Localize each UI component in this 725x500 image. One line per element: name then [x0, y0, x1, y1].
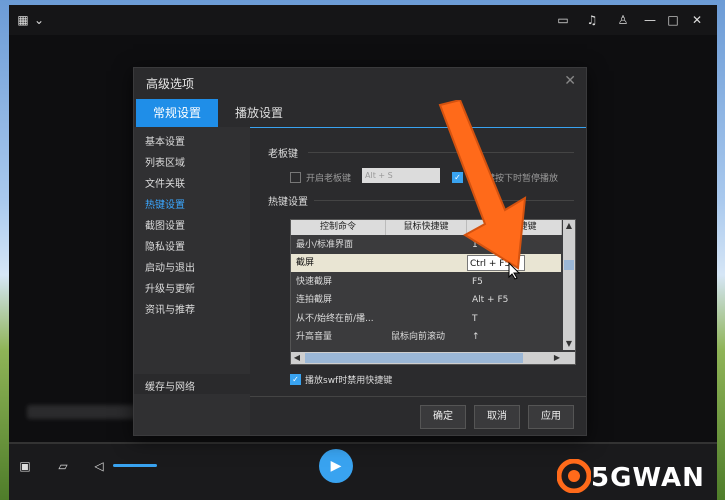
cell-command: 最小/标准界面	[296, 240, 354, 250]
sidebar-item-file-assoc[interactable]: 文件关联	[145, 175, 185, 190]
player-titlebar: ▦ ⌄ ▭ ♫ ♙ — □ ✕	[9, 5, 717, 35]
boss-key-label: 开启老板键	[306, 174, 352, 184]
tab-general[interactable]: 常规设置	[136, 99, 218, 127]
cell-mouse: 鼠标向前滚动	[391, 332, 446, 342]
cell-key: ↑	[472, 332, 480, 342]
vertical-scrollbar[interactable]: ▲ ▼	[563, 220, 575, 350]
minimize-icon[interactable]: —	[642, 12, 658, 28]
open-folder-icon[interactable]: ▱	[55, 458, 71, 474]
sidebar-item-privacy[interactable]: 隐私设置	[145, 238, 185, 253]
horizontal-scrollbar[interactable]: ◀ ▶	[291, 352, 575, 364]
bell-icon[interactable]: ♫	[584, 12, 600, 28]
close-icon[interactable]: ✕	[689, 12, 705, 28]
cancel-button[interactable]: 取消	[474, 405, 520, 429]
watermark-text: 5GWAN	[591, 463, 705, 493]
sidebar-item-cache-row[interactable]: 缓存与网络	[134, 374, 250, 394]
blurred-caption	[27, 405, 147, 419]
watermark-logo-icon	[557, 459, 591, 493]
apply-button[interactable]: 应用	[528, 405, 574, 429]
sidebar-item-hotkeys[interactable]: 热键设置	[145, 196, 185, 211]
table-row[interactable]: 从不/始终在前/播... T	[291, 310, 561, 328]
volume-slider[interactable]	[113, 464, 157, 467]
scroll-left-icon[interactable]: ◀	[291, 352, 303, 364]
cell-command: 快速截屏	[296, 277, 333, 287]
column-header-command[interactable]: 控制命令	[291, 220, 386, 235]
sidebar-item-list[interactable]: 列表区域	[145, 154, 185, 169]
table-row[interactable]: 连拍截屏 Alt + F5	[291, 291, 561, 309]
scroll-down-icon[interactable]: ▼	[563, 338, 575, 350]
cell-key: T	[472, 314, 478, 324]
sidebar-item-cache[interactable]: 缓存与网络	[145, 378, 195, 393]
skin-icon[interactable]: ♙	[615, 12, 631, 28]
maximize-icon[interactable]: □	[665, 12, 681, 28]
dialog-title: 高级选项	[146, 77, 195, 91]
footer-divider	[250, 396, 586, 397]
dialog-close-icon[interactable]: ✕	[564, 73, 576, 89]
play-button[interactable]: ▶	[319, 449, 353, 483]
cell-key: Alt + F5	[472, 295, 509, 305]
table-row[interactable]: 升高音量 鼠标向前滚动 ↑	[291, 328, 561, 346]
sidebar-item-screenshot[interactable]: 截图设置	[145, 217, 185, 232]
sidebar-item-update[interactable]: 升级与更新	[145, 280, 195, 295]
settings-sidebar: 基本设置 列表区域 文件关联 热键设置 截图设置 隐私设置 启动与退出 升级与更…	[134, 127, 250, 435]
sidebar-item-news[interactable]: 资讯与推荐	[145, 301, 195, 316]
cell-command: 截屏	[296, 258, 315, 268]
mouse-cursor-icon	[508, 262, 521, 280]
boss-key-checkbox[interactable]	[290, 172, 301, 183]
orange-annotation-arrow-icon	[438, 100, 527, 270]
cell-command: 从不/始终在前/播...	[296, 314, 374, 324]
cell-command: 升高音量	[296, 332, 333, 342]
sidebar-item-basic[interactable]: 基本设置	[145, 133, 185, 148]
cell-command: 连拍截屏	[296, 295, 333, 305]
tab-playback[interactable]: 播放设置	[222, 99, 296, 127]
sidebar-item-startup[interactable]: 启动与退出	[145, 259, 195, 274]
volume-icon[interactable]: ◁	[91, 458, 107, 474]
logo-icon[interactable]: ▦	[15, 12, 31, 28]
scroll-thumb[interactable]	[564, 260, 574, 270]
watermark-logo: 5GWAN	[553, 455, 725, 500]
toolbox-icon[interactable]: ▣	[17, 458, 33, 474]
ok-button[interactable]: 确定	[420, 405, 466, 429]
message-icon[interactable]: ▭	[555, 12, 571, 28]
swf-checkbox[interactable]: ✓	[290, 374, 301, 385]
chevron-down-icon[interactable]: ⌄	[31, 12, 47, 28]
hotkeys-heading: 热键设置	[268, 197, 308, 208]
seek-bar[interactable]	[9, 442, 717, 444]
boss-key-input[interactable]: Alt + S	[362, 168, 440, 183]
scroll-thumb[interactable]	[305, 353, 523, 363]
swf-label: 播放swf时禁用快捷键	[305, 376, 393, 386]
boss-key-heading: 老板键	[268, 149, 298, 160]
scroll-right-icon[interactable]: ▶	[551, 352, 563, 364]
scroll-up-icon[interactable]: ▲	[563, 220, 575, 232]
